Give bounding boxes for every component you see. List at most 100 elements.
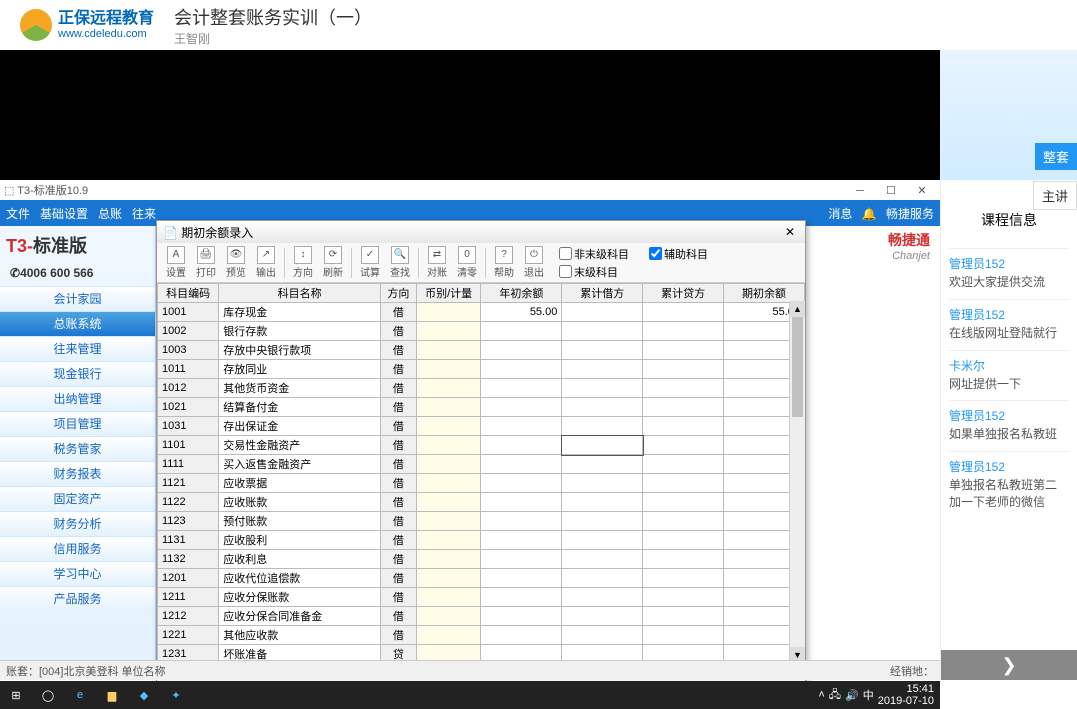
start-button[interactable]: ⊞ xyxy=(0,681,32,709)
menu-2[interactable]: 总账 xyxy=(98,207,122,221)
scroll-up-button[interactable]: ▲ xyxy=(790,301,805,317)
chat-message: 网址提供一下 xyxy=(949,376,1069,393)
check-aux[interactable]: 辅助科目 xyxy=(649,246,708,262)
table-row[interactable]: 1101交易性金融资产借 xyxy=(158,436,805,455)
toolbar-退出[interactable]: ⏻退出 xyxy=(519,246,549,279)
chat-item: 卡米尔网址提供一下 xyxy=(949,350,1069,393)
col-header[interactable]: 累计贷方 xyxy=(643,284,724,303)
sidebar-item-2[interactable]: 往来管理 xyxy=(0,336,155,361)
table-row[interactable]: 1211应收分保账款借 xyxy=(158,588,805,607)
toolbar-预览[interactable]: 👁预览 xyxy=(221,246,251,279)
table-row[interactable]: 1021结算备付金借 xyxy=(158,398,805,417)
taskbar-search-icon[interactable]: ◯ xyxy=(32,681,64,709)
col-header[interactable]: 年初余额 xyxy=(481,284,562,303)
right-tab-1[interactable]: 整套 xyxy=(1035,143,1077,170)
app-taskbar-icon[interactable]: ◆ xyxy=(128,681,160,709)
next-arrow-button[interactable]: ❯ xyxy=(941,650,1077,680)
app-statusbar: 账套：[004]北京美登科 单位名称 经销地： xyxy=(0,660,940,680)
sidebar-item-8[interactable]: 固定资产 xyxy=(0,486,155,511)
sidebar-item-0[interactable]: 会计家园 xyxy=(0,286,155,311)
sidebar-item-11[interactable]: 学习中心 xyxy=(0,561,155,586)
col-header[interactable]: 累计借方 xyxy=(562,284,643,303)
sidebar-item-10[interactable]: 信用服务 xyxy=(0,536,155,561)
toolbar-打印[interactable]: 🖨打印 xyxy=(191,246,221,279)
table-row[interactable]: 1121应收票据借 xyxy=(158,474,805,493)
explorer-icon[interactable]: ▆ xyxy=(96,681,128,709)
table-row[interactable]: 1011存放同业借 xyxy=(158,360,805,379)
check-nonleaf[interactable]: 非末级科目 xyxy=(559,246,629,262)
windows-taskbar[interactable]: ⊞ ◯ e ▆ ◆ ✦ ˄ 🖧 🔊 中 15:41 2019-07-10 xyxy=(0,681,940,709)
table-row[interactable]: 1001库存现金借55.0055.00 xyxy=(158,303,805,322)
right-banner: 整套 主讲 xyxy=(941,50,1077,180)
app-icon: ⬚ xyxy=(4,185,14,197)
scroll-thumb[interactable] xyxy=(792,317,803,417)
tray-up-icon[interactable]: ˄ xyxy=(818,689,824,701)
toolbar-帮助[interactable]: ?帮助 xyxy=(489,246,519,279)
col-header[interactable]: 科目编码 xyxy=(158,284,219,303)
table-row[interactable]: 1131应收股利借 xyxy=(158,531,805,550)
col-header[interactable]: 期初余额 xyxy=(724,284,805,303)
tray-network-icon[interactable]: 🖧 xyxy=(829,686,841,705)
menu-3[interactable]: 往来 xyxy=(132,207,156,221)
menu-1[interactable]: 基础设置 xyxy=(40,207,88,221)
sidebar-item-1[interactable]: 总账系统 xyxy=(0,311,155,336)
toolbar-试算[interactable]: ✓试算 xyxy=(355,246,385,279)
sidebar-item-6[interactable]: 税务管家 xyxy=(0,436,155,461)
menu-0[interactable]: 文件 xyxy=(6,207,30,221)
table-row[interactable]: 1212应收分保合同准备金借 xyxy=(158,607,805,626)
minimize-button[interactable]: ─ xyxy=(846,185,874,197)
brand-right: 畅捷通 Chanjet xyxy=(888,230,930,262)
dialog-titlebar[interactable]: 📄 期初余额录入 ✕ xyxy=(157,221,805,243)
chat-user: 管理员152 xyxy=(949,458,1069,475)
menu-service[interactable]: 畅捷服务 xyxy=(886,207,934,221)
right-tab-2[interactable]: 主讲 xyxy=(1033,181,1077,210)
table-row[interactable]: 1012其他货币资金借 xyxy=(158,379,805,398)
balance-grid[interactable]: 科目编码科目名称方向币别/计量年初余额累计借方累计贷方期初余额 1001库存现金… xyxy=(157,283,805,663)
logo-url: www.cdeledu.com xyxy=(58,28,154,40)
col-header[interactable]: 方向 xyxy=(380,284,416,303)
vertical-scrollbar[interactable]: ▲ ▼ xyxy=(789,301,805,663)
table-row[interactable]: 1132应收利息借 xyxy=(158,550,805,569)
chat-list[interactable]: 管理员152欢迎大家提供交流管理员152在线版网址登陆就行卡米尔网址提供一下管理… xyxy=(941,240,1077,650)
chat-user: 管理员152 xyxy=(949,255,1069,272)
check-leaf[interactable]: 末级科目 xyxy=(559,264,708,280)
toolbar-设置[interactable]: A设置 xyxy=(161,246,191,279)
menu-message[interactable]: 消息 xyxy=(828,207,852,221)
chat-user: 管理员152 xyxy=(949,407,1069,424)
col-header[interactable]: 币别/计量 xyxy=(416,284,481,303)
table-row[interactable]: 1111买入返售金融资产借 xyxy=(158,455,805,474)
table-row[interactable]: 1123预付账款借 xyxy=(158,512,805,531)
table-row[interactable]: 1221其他应收款借 xyxy=(158,626,805,645)
edge-icon[interactable]: e xyxy=(64,681,96,709)
sidebar-item-5[interactable]: 项目管理 xyxy=(0,411,155,436)
toolbar-查找[interactable]: 🔍查找 xyxy=(385,246,415,279)
close-button[interactable]: ✕ xyxy=(908,184,936,197)
tray-ime-icon[interactable]: 中 xyxy=(863,687,874,703)
toolbar-清零[interactable]: 0清零 xyxy=(452,246,482,279)
col-header[interactable]: 科目名称 xyxy=(219,284,381,303)
toolbar-输出[interactable]: ↗输出 xyxy=(251,246,281,279)
sidebar-item-3[interactable]: 现金银行 xyxy=(0,361,155,386)
sidebar-item-4[interactable]: 出纳管理 xyxy=(0,386,155,411)
dialog-toolbar: A设置🖨打印👁预览↗输出↕方向⟳刷新✓试算🔍查找⇄对账0清零?帮助⏻退出非末级科… xyxy=(157,243,805,283)
tray-volume-icon[interactable]: 🔊 xyxy=(845,689,859,702)
toolbar-对账[interactable]: ⇄对账 xyxy=(422,246,452,279)
toolbar-刷新[interactable]: ⟳刷新 xyxy=(318,246,348,279)
dialog-close-button[interactable]: ✕ xyxy=(781,225,799,239)
phone-icon: ✆ xyxy=(10,266,20,280)
table-row[interactable]: 1201应收代位追偿款借 xyxy=(158,569,805,588)
table-row[interactable]: 1031存出保证金借 xyxy=(158,417,805,436)
site-logo[interactable]: 正保远程教育 www.cdeledu.com xyxy=(20,9,154,41)
table-row[interactable]: 1002银行存款借 xyxy=(158,322,805,341)
toolbar-方向[interactable]: ↕方向 xyxy=(288,246,318,279)
tool-icon[interactable]: ✦ xyxy=(160,681,192,709)
chat-user: 管理员152 xyxy=(949,306,1069,323)
sidebar-item-9[interactable]: 财务分析 xyxy=(0,511,155,536)
maximize-button[interactable]: ☐ xyxy=(877,184,905,197)
taskbar-clock[interactable]: 15:41 2019-07-10 xyxy=(878,683,934,707)
table-row[interactable]: 1003存放中央银行款项借 xyxy=(158,341,805,360)
app-titlebar[interactable]: ⬚ T3-标准版10.9 ─ ☐ ✕ xyxy=(0,180,940,200)
table-row[interactable]: 1122应收账款借 xyxy=(158,493,805,512)
sidebar-item-12[interactable]: 产品服务 xyxy=(0,586,155,611)
sidebar-item-7[interactable]: 财务报表 xyxy=(0,461,155,486)
